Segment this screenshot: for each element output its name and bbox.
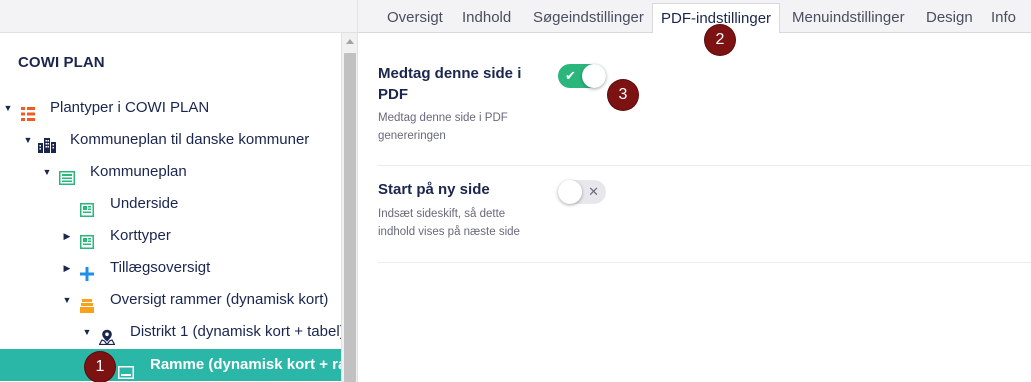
property-label: Medtag denne side i PDF <box>378 65 522 103</box>
page-icon <box>59 165 75 185</box>
caret-down-icon[interactable]: ▼ <box>42 156 52 188</box>
callout-badge: 1 <box>85 352 115 382</box>
tree-node-underside[interactable]: Underside <box>0 188 341 220</box>
tree-node-label: Plantyper i COWI PLAN <box>50 99 210 116</box>
tree-node-label: Tillægsoversigt <box>110 259 211 276</box>
toggle-knob <box>558 180 582 204</box>
close-icon: ✕ <box>588 184 599 199</box>
scrollbar-thumb[interactable] <box>344 53 356 382</box>
stack-icon <box>80 293 96 313</box>
checkmark-icon: ✔ <box>565 68 576 83</box>
document-icon <box>80 229 96 249</box>
tab-indhold[interactable]: Indhold <box>462 0 511 33</box>
property-start-new-page: Start på ny side Indsæt sideskift, så de… <box>378 166 1031 263</box>
property-description: Medtag denne side i PDF genereringen <box>378 112 508 142</box>
caret-right-icon[interactable]: ▶ <box>62 220 72 252</box>
tree-node-tillaegsoversigt[interactable]: ▶ Tillægsoversigt <box>0 252 341 284</box>
caret-right-icon[interactable]: ▶ <box>62 252 72 284</box>
tab-info[interactable]: Info <box>991 0 1016 33</box>
frame-icon <box>118 359 134 379</box>
tree-header-strip <box>0 0 358 33</box>
toggle-knob <box>582 64 606 88</box>
callout-badge: 3 <box>608 80 638 110</box>
list-icon <box>21 101 37 121</box>
property-description: Indsæt sideskift, så dette indhold vises… <box>378 208 520 238</box>
document-icon <box>80 197 96 217</box>
start-new-page-toggle[interactable]: ✕ <box>558 180 606 204</box>
caret-down-icon[interactable]: ▼ <box>3 92 13 124</box>
tree-node-label: Kommuneplan til danske kommuner <box>70 131 310 148</box>
property-label: Start på ny side <box>378 181 490 198</box>
pdf-settings-panel: Medtag denne side i PDF Medtag denne sid… <box>358 33 1031 382</box>
tab-menuindstillinger[interactable]: Menuindstillinger <box>792 0 905 33</box>
tree-title: COWI PLAN <box>18 54 105 71</box>
tree-node-kommuneplan[interactable]: ▼ Kommuneplan <box>0 156 341 188</box>
tree-node-korttyper[interactable]: ▶ Korttyper <box>0 220 341 252</box>
caret-down-icon[interactable]: ▼ <box>23 124 33 156</box>
tree-node-oversigt-rammer[interactable]: ▼ Oversigt rammer (dynamisk kort) <box>0 284 341 316</box>
tree-node-distrikt-1[interactable]: ▼ Distrikt 1 (dynamisk kort + tabel) <box>0 316 341 348</box>
tab-oversigt[interactable]: Oversigt <box>387 0 443 33</box>
tab-design[interactable]: Design <box>926 0 973 33</box>
tree-node-label: Kommuneplan <box>90 163 187 180</box>
callout-badge: 2 <box>705 25 735 55</box>
tab-bar: Oversigt Indhold Søgeindstillinger PDF-i… <box>358 0 1031 37</box>
plus-icon <box>80 261 96 281</box>
tree-node-label: Oversigt rammer (dynamisk kort) <box>110 291 329 308</box>
tab-soegeindstillinger[interactable]: Søgeindstillinger <box>533 0 644 33</box>
tree-node-ramme[interactable]: Ramme (dynamisk kort + ramme) <box>0 349 341 381</box>
tree-node-label: Ramme (dynamisk kort + ramme) <box>150 356 341 373</box>
tree-node-label: Korttyper <box>110 227 171 244</box>
caret-down-icon[interactable]: ▼ <box>82 316 92 348</box>
scroll-up-icon[interactable] <box>346 39 354 44</box>
tree-node-plantyper[interactable]: ▼ Plantyper i COWI PLAN <box>0 92 341 124</box>
include-in-pdf-toggle[interactable]: ✔ <box>558 64 606 88</box>
property-include-in-pdf: Medtag denne side i PDF Medtag denne sid… <box>378 33 1031 166</box>
content-tree: COWI PLAN ▼ Plantyper i COWI PLAN ▼ Komm… <box>0 33 342 382</box>
tree-node-kommuneplan-danske[interactable]: ▼ Kommuneplan til danske kommuner <box>0 124 341 156</box>
map-pin-icon <box>98 325 116 346</box>
tree-node-label: Distrikt 1 (dynamisk kort + tabel) <box>130 323 342 340</box>
tree-node-label: Underside <box>110 195 179 212</box>
caret-down-icon[interactable]: ▼ <box>62 284 72 316</box>
tree-scrollbar[interactable] <box>342 33 358 382</box>
buildings-icon <box>38 133 56 153</box>
